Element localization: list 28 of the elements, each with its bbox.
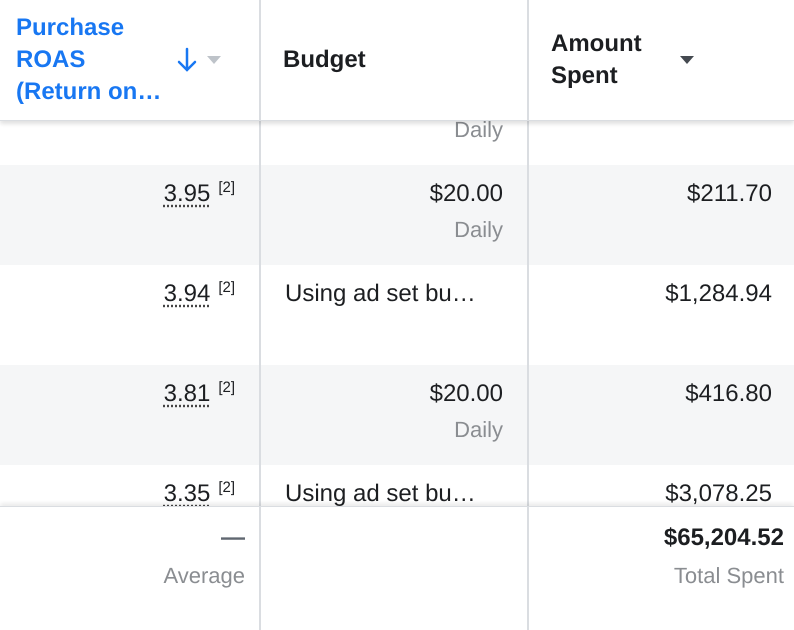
table-cell-text: Using ad set bu…	[284, 479, 477, 506]
summary-label: Average	[162, 563, 245, 589]
table-cell: 3.81	[164, 379, 210, 409]
table-cell: $211.70	[687, 180, 772, 207]
table-cell: 3.95	[164, 179, 210, 209]
table-cell: $416.80	[685, 380, 772, 407]
table-cell: 3.35	[164, 479, 210, 506]
table-cell-text: $20.00	[428, 379, 503, 409]
table-cell: 3.94	[164, 279, 210, 309]
table-cell-text: $20.00	[428, 179, 503, 209]
footnote-mark: [2]	[218, 479, 235, 497]
table-cell-text: Using ad set bu…	[284, 279, 477, 309]
column-header[interactable]: Purchase ROAS (Return on…	[16, 12, 168, 108]
budget-type: Daily	[453, 217, 503, 243]
footnote-mark: [2]	[218, 179, 235, 197]
table-cell: $1,284.94	[665, 280, 772, 307]
footnote-mark: [2]	[218, 379, 235, 397]
budget-type: Daily	[453, 417, 503, 443]
summary-value: —	[220, 523, 245, 553]
column-header[interactable]: Amount Spent	[551, 28, 671, 92]
budget-type: Daily	[453, 121, 503, 143]
table-cell: $3,078.25	[665, 480, 772, 506]
sort-descending-icon[interactable]	[176, 47, 198, 73]
column-header[interactable]: Budget	[277, 44, 513, 76]
summary-value: $65,204.52	[662, 523, 784, 553]
footnote-mark: [2]	[218, 279, 235, 297]
caret-icon[interactable]	[679, 55, 695, 65]
summary-label: Total Spent	[672, 563, 784, 589]
